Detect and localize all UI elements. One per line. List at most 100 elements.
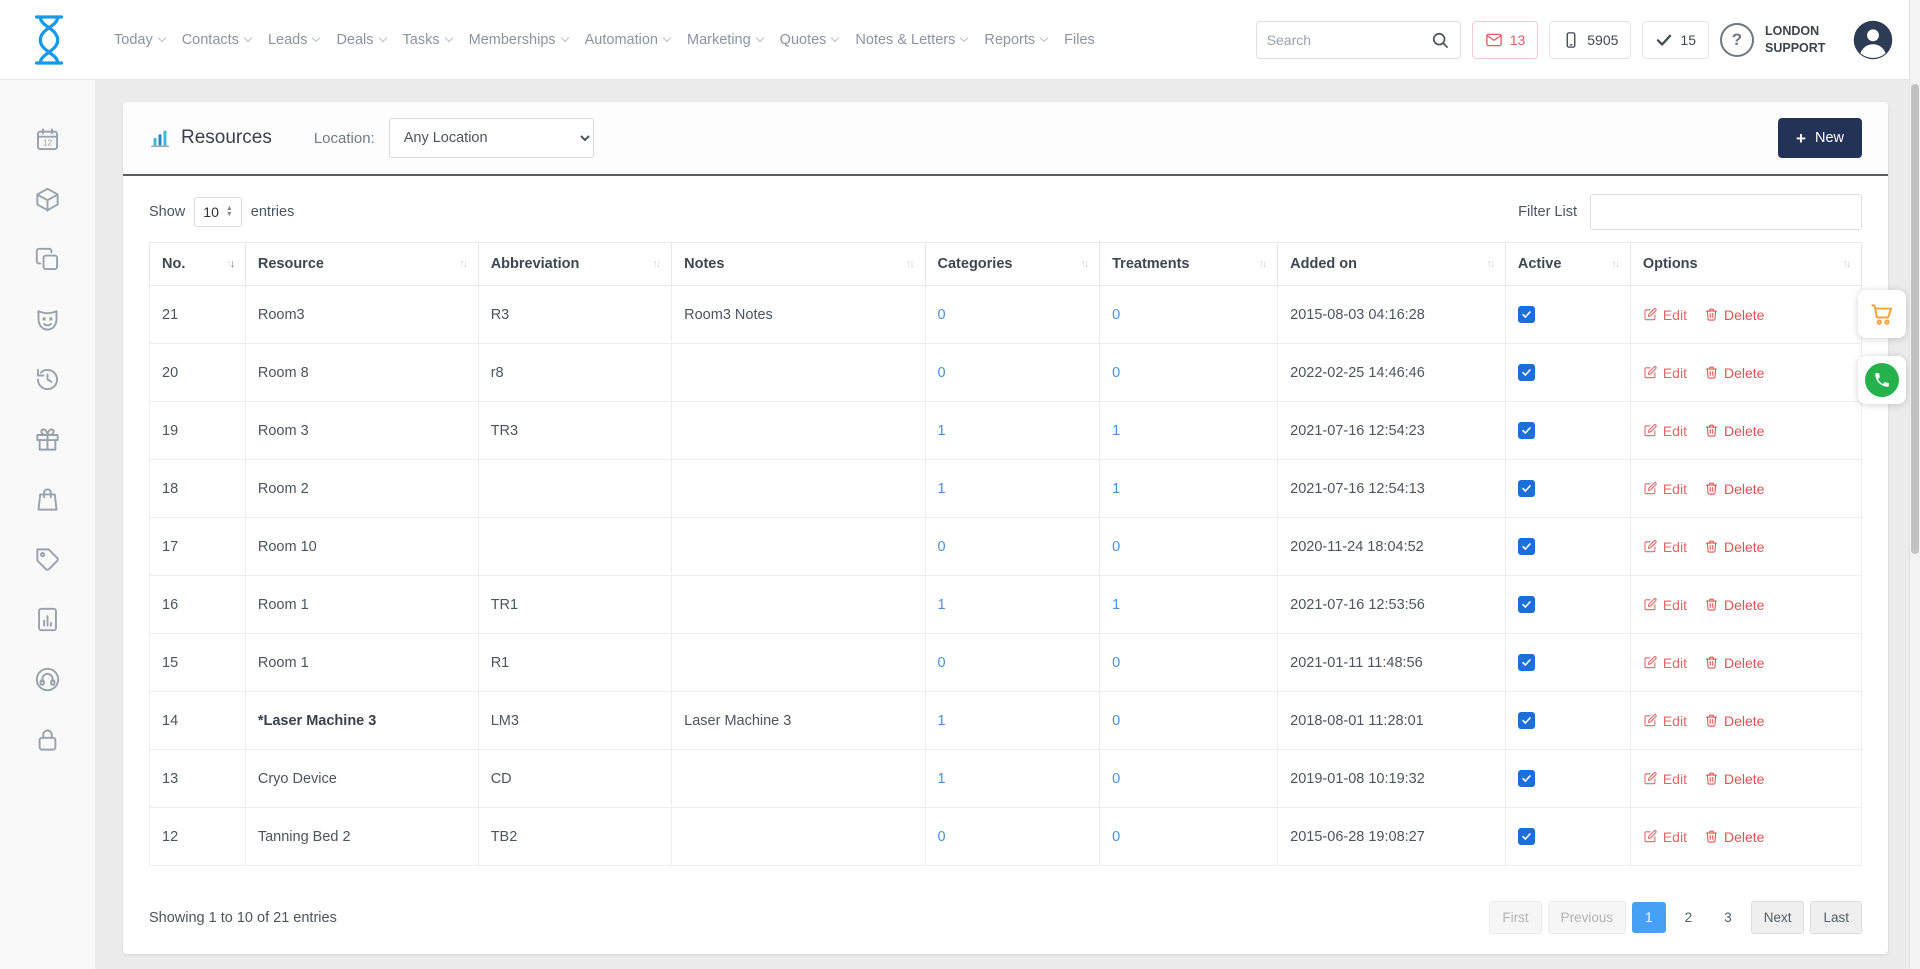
edit-button[interactable]: Edit bbox=[1643, 597, 1687, 613]
filter-input[interactable] bbox=[1590, 194, 1862, 230]
categories-count-link[interactable]: 0 bbox=[938, 307, 946, 323]
sidebar-shopping-bag-button[interactable] bbox=[34, 486, 61, 513]
categories-count-link[interactable]: 0 bbox=[938, 539, 946, 555]
nav-item-contacts[interactable]: Contacts bbox=[182, 32, 251, 48]
column-header-abbreviation[interactable]: Abbreviation↑↓ bbox=[478, 243, 671, 286]
edit-button[interactable]: Edit bbox=[1643, 655, 1687, 671]
delete-button[interactable]: Delete bbox=[1704, 481, 1764, 497]
pagination-previous[interactable]: Previous bbox=[1548, 901, 1627, 934]
pagination-page-2[interactable]: 2 bbox=[1672, 902, 1706, 933]
active-checkbox[interactable] bbox=[1518, 770, 1535, 787]
pagination-next[interactable]: Next bbox=[1751, 901, 1805, 934]
column-header-added-on[interactable]: Added on↑↓ bbox=[1278, 243, 1506, 286]
nav-item-tasks[interactable]: Tasks bbox=[403, 32, 452, 48]
delete-button[interactable]: Delete bbox=[1704, 423, 1764, 439]
sidebar-calendar-button[interactable]: 12 bbox=[34, 126, 61, 153]
column-header-options[interactable]: Options↑↓ bbox=[1630, 243, 1861, 286]
categories-count-link[interactable]: 1 bbox=[938, 597, 946, 613]
avatar[interactable] bbox=[1852, 19, 1894, 61]
sidebar-mask-button[interactable] bbox=[34, 306, 61, 333]
edit-button[interactable]: Edit bbox=[1643, 829, 1687, 845]
tasks-badge[interactable]: 15 bbox=[1642, 21, 1709, 59]
categories-count-link[interactable]: 0 bbox=[938, 365, 946, 381]
location-select[interactable]: Any Location bbox=[389, 118, 594, 158]
edit-button[interactable]: Edit bbox=[1643, 539, 1687, 555]
categories-count-link[interactable]: 0 bbox=[938, 655, 946, 671]
messages-badge[interactable]: 13 bbox=[1472, 21, 1539, 59]
sidebar-lock-button[interactable] bbox=[34, 726, 61, 753]
delete-button[interactable]: Delete bbox=[1704, 771, 1764, 787]
treatments-count-link[interactable]: 1 bbox=[1112, 423, 1120, 439]
column-header-no[interactable]: No.↑↓ bbox=[150, 243, 246, 286]
column-header-active[interactable]: Active↑↓ bbox=[1505, 243, 1630, 286]
pagination-first[interactable]: First bbox=[1489, 901, 1541, 934]
nav-item-quotes[interactable]: Quotes bbox=[780, 32, 839, 48]
active-checkbox[interactable] bbox=[1518, 422, 1535, 439]
sidebar-history-button[interactable] bbox=[34, 366, 61, 393]
treatments-count-link[interactable]: 0 bbox=[1112, 365, 1120, 381]
sidebar-package-button[interactable] bbox=[34, 186, 61, 213]
nav-item-today[interactable]: Today bbox=[114, 32, 165, 48]
pagination-page-1[interactable]: 1 bbox=[1632, 902, 1666, 933]
scrollbar-thumb[interactable] bbox=[1911, 84, 1919, 554]
active-checkbox[interactable] bbox=[1518, 712, 1535, 729]
treatments-count-link[interactable]: 0 bbox=[1112, 539, 1120, 555]
treatments-count-link[interactable]: 0 bbox=[1112, 771, 1120, 787]
active-checkbox[interactable] bbox=[1518, 364, 1535, 381]
delete-button[interactable]: Delete bbox=[1704, 829, 1764, 845]
treatments-count-link[interactable]: 0 bbox=[1112, 307, 1120, 323]
delete-button[interactable]: Delete bbox=[1704, 713, 1764, 729]
column-header-notes[interactable]: Notes↑↓ bbox=[672, 243, 925, 286]
nav-item-deals[interactable]: Deals bbox=[336, 32, 385, 48]
active-checkbox[interactable] bbox=[1518, 596, 1535, 613]
nav-item-files[interactable]: Files bbox=[1064, 32, 1095, 48]
nav-item-marketing[interactable]: Marketing bbox=[687, 32, 763, 48]
categories-count-link[interactable]: 1 bbox=[938, 771, 946, 787]
edit-button[interactable]: Edit bbox=[1643, 423, 1687, 439]
column-header-resource[interactable]: Resource↑↓ bbox=[245, 243, 478, 286]
new-button[interactable]: New bbox=[1778, 118, 1862, 158]
nav-item-notes-letters[interactable]: Notes & Letters bbox=[855, 32, 967, 48]
categories-count-link[interactable]: 1 bbox=[938, 423, 946, 439]
cart-button[interactable] bbox=[1858, 290, 1906, 338]
delete-button[interactable]: Delete bbox=[1704, 655, 1764, 671]
edit-button[interactable]: Edit bbox=[1643, 771, 1687, 787]
sidebar-tag-button[interactable] bbox=[34, 546, 61, 573]
edit-button[interactable]: Edit bbox=[1643, 307, 1687, 323]
treatments-count-link[interactable]: 0 bbox=[1112, 829, 1120, 845]
active-checkbox[interactable] bbox=[1518, 654, 1535, 671]
treatments-count-link[interactable]: 1 bbox=[1112, 597, 1120, 613]
sidebar-support-button[interactable] bbox=[34, 666, 61, 693]
app-logo[interactable] bbox=[26, 13, 72, 67]
sidebar-gift-button[interactable] bbox=[34, 426, 61, 453]
pagination-last[interactable]: Last bbox=[1810, 901, 1862, 934]
edit-button[interactable]: Edit bbox=[1643, 713, 1687, 729]
search-input[interactable] bbox=[1267, 32, 1430, 48]
treatments-count-link[interactable]: 1 bbox=[1112, 481, 1120, 497]
column-header-categories[interactable]: Categories↑↓ bbox=[925, 243, 1100, 286]
delete-button[interactable]: Delete bbox=[1704, 307, 1764, 323]
nav-item-automation[interactable]: Automation bbox=[585, 32, 670, 48]
delete-button[interactable]: Delete bbox=[1704, 365, 1764, 381]
active-checkbox[interactable] bbox=[1518, 480, 1535, 497]
pagination-page-3[interactable]: 3 bbox=[1711, 902, 1745, 933]
help-icon[interactable] bbox=[1720, 23, 1754, 57]
delete-button[interactable]: Delete bbox=[1704, 539, 1764, 555]
search-icon[interactable] bbox=[1430, 30, 1450, 50]
active-checkbox[interactable] bbox=[1518, 306, 1535, 323]
active-checkbox[interactable] bbox=[1518, 828, 1535, 845]
nav-item-memberships[interactable]: Memberships bbox=[469, 32, 568, 48]
calls-badge[interactable]: 5905 bbox=[1549, 21, 1631, 59]
edit-button[interactable]: Edit bbox=[1643, 365, 1687, 381]
scrollbar[interactable] bbox=[1909, 0, 1920, 969]
nav-item-leads[interactable]: Leads bbox=[268, 32, 320, 48]
treatments-count-link[interactable]: 0 bbox=[1112, 713, 1120, 729]
entries-select[interactable]: 10 ▲▼ bbox=[194, 197, 242, 227]
column-header-treatments[interactable]: Treatments↑↓ bbox=[1100, 243, 1278, 286]
categories-count-link[interactable]: 1 bbox=[938, 481, 946, 497]
nav-item-reports[interactable]: Reports bbox=[984, 32, 1047, 48]
treatments-count-link[interactable]: 0 bbox=[1112, 655, 1120, 671]
active-checkbox[interactable] bbox=[1518, 538, 1535, 555]
categories-count-link[interactable]: 0 bbox=[938, 829, 946, 845]
sidebar-report-button[interactable] bbox=[34, 606, 61, 633]
